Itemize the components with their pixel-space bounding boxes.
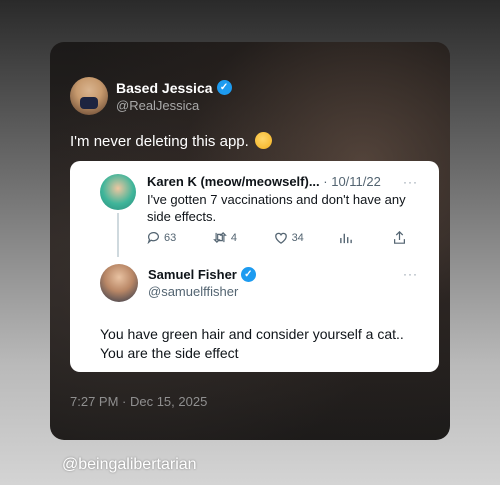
original-more-icon[interactable]: ··· [403, 175, 418, 189]
reply-author-name[interactable]: Samuel Fisher [148, 267, 237, 282]
author-names: Based Jessica ✓ @RealJessica [116, 80, 232, 113]
share-action[interactable] [393, 231, 410, 244]
post-card: Based Jessica ✓ @RealJessica I'm never d… [50, 42, 450, 440]
original-header: Karen K (meow/meowself)... · 10/11/22 [147, 174, 381, 189]
original-text: I've gotten 7 vaccinations and don't hav… [147, 192, 406, 224]
laughing-emoji-icon [254, 132, 272, 149]
quoted-thread[interactable]: Karen K (meow/meowself)... · 10/11/22 ··… [70, 161, 439, 372]
author-handle[interactable]: @RealJessica [116, 98, 232, 113]
author-avatar[interactable] [70, 77, 108, 115]
reply-author-handle[interactable]: @samuelffisher [148, 284, 256, 299]
post-timestamp[interactable]: 7:27 PM · Dec 15, 2025 [70, 394, 207, 409]
reply-icon [147, 232, 159, 244]
verified-badge-icon: ✓ [216, 80, 232, 95]
reply-verified-badge-icon: ✓ [240, 267, 256, 282]
original-author-name[interactable]: Karen K (meow/meowself)... [147, 174, 320, 189]
author-name[interactable]: Based Jessica [116, 80, 213, 96]
like-count: 34 [291, 231, 304, 244]
reply-text: You have green hair and consider yoursel… [100, 326, 404, 361]
author-name-row: Based Jessica ✓ [116, 80, 232, 96]
reply-count: 63 [164, 231, 177, 244]
heart-icon [274, 232, 287, 244]
reply-action[interactable]: 63 [147, 231, 176, 244]
post-text: I'm never deleting this app. [70, 132, 272, 150]
retweet-action[interactable]: 4 [212, 231, 237, 244]
retweet-icon [212, 232, 227, 243]
retweet-count: 4 [230, 231, 237, 244]
post-author[interactable]: Based Jessica ✓ @RealJessica [70, 77, 232, 115]
watermark-handle: @beingalibertarian [62, 456, 197, 473]
original-actions: 63 4 34 [147, 231, 410, 244]
original-date: · 10/11/22 [323, 174, 381, 189]
reply-author-avatar[interactable] [100, 264, 138, 302]
share-icon [394, 231, 405, 244]
face-mask [80, 97, 98, 109]
reply-author-names: Samuel Fisher ✓ @samuelffisher [148, 267, 256, 299]
reply-more-icon[interactable]: ··· [403, 267, 418, 281]
reply-name-row: Samuel Fisher ✓ [148, 267, 256, 282]
views-icon [340, 233, 353, 243]
original-author-avatar[interactable] [100, 174, 136, 210]
like-action[interactable]: 34 [274, 231, 304, 244]
post-text-content: I'm never deleting this app. [70, 133, 249, 150]
views-action[interactable] [340, 232, 356, 244]
thread-line [117, 213, 119, 257]
